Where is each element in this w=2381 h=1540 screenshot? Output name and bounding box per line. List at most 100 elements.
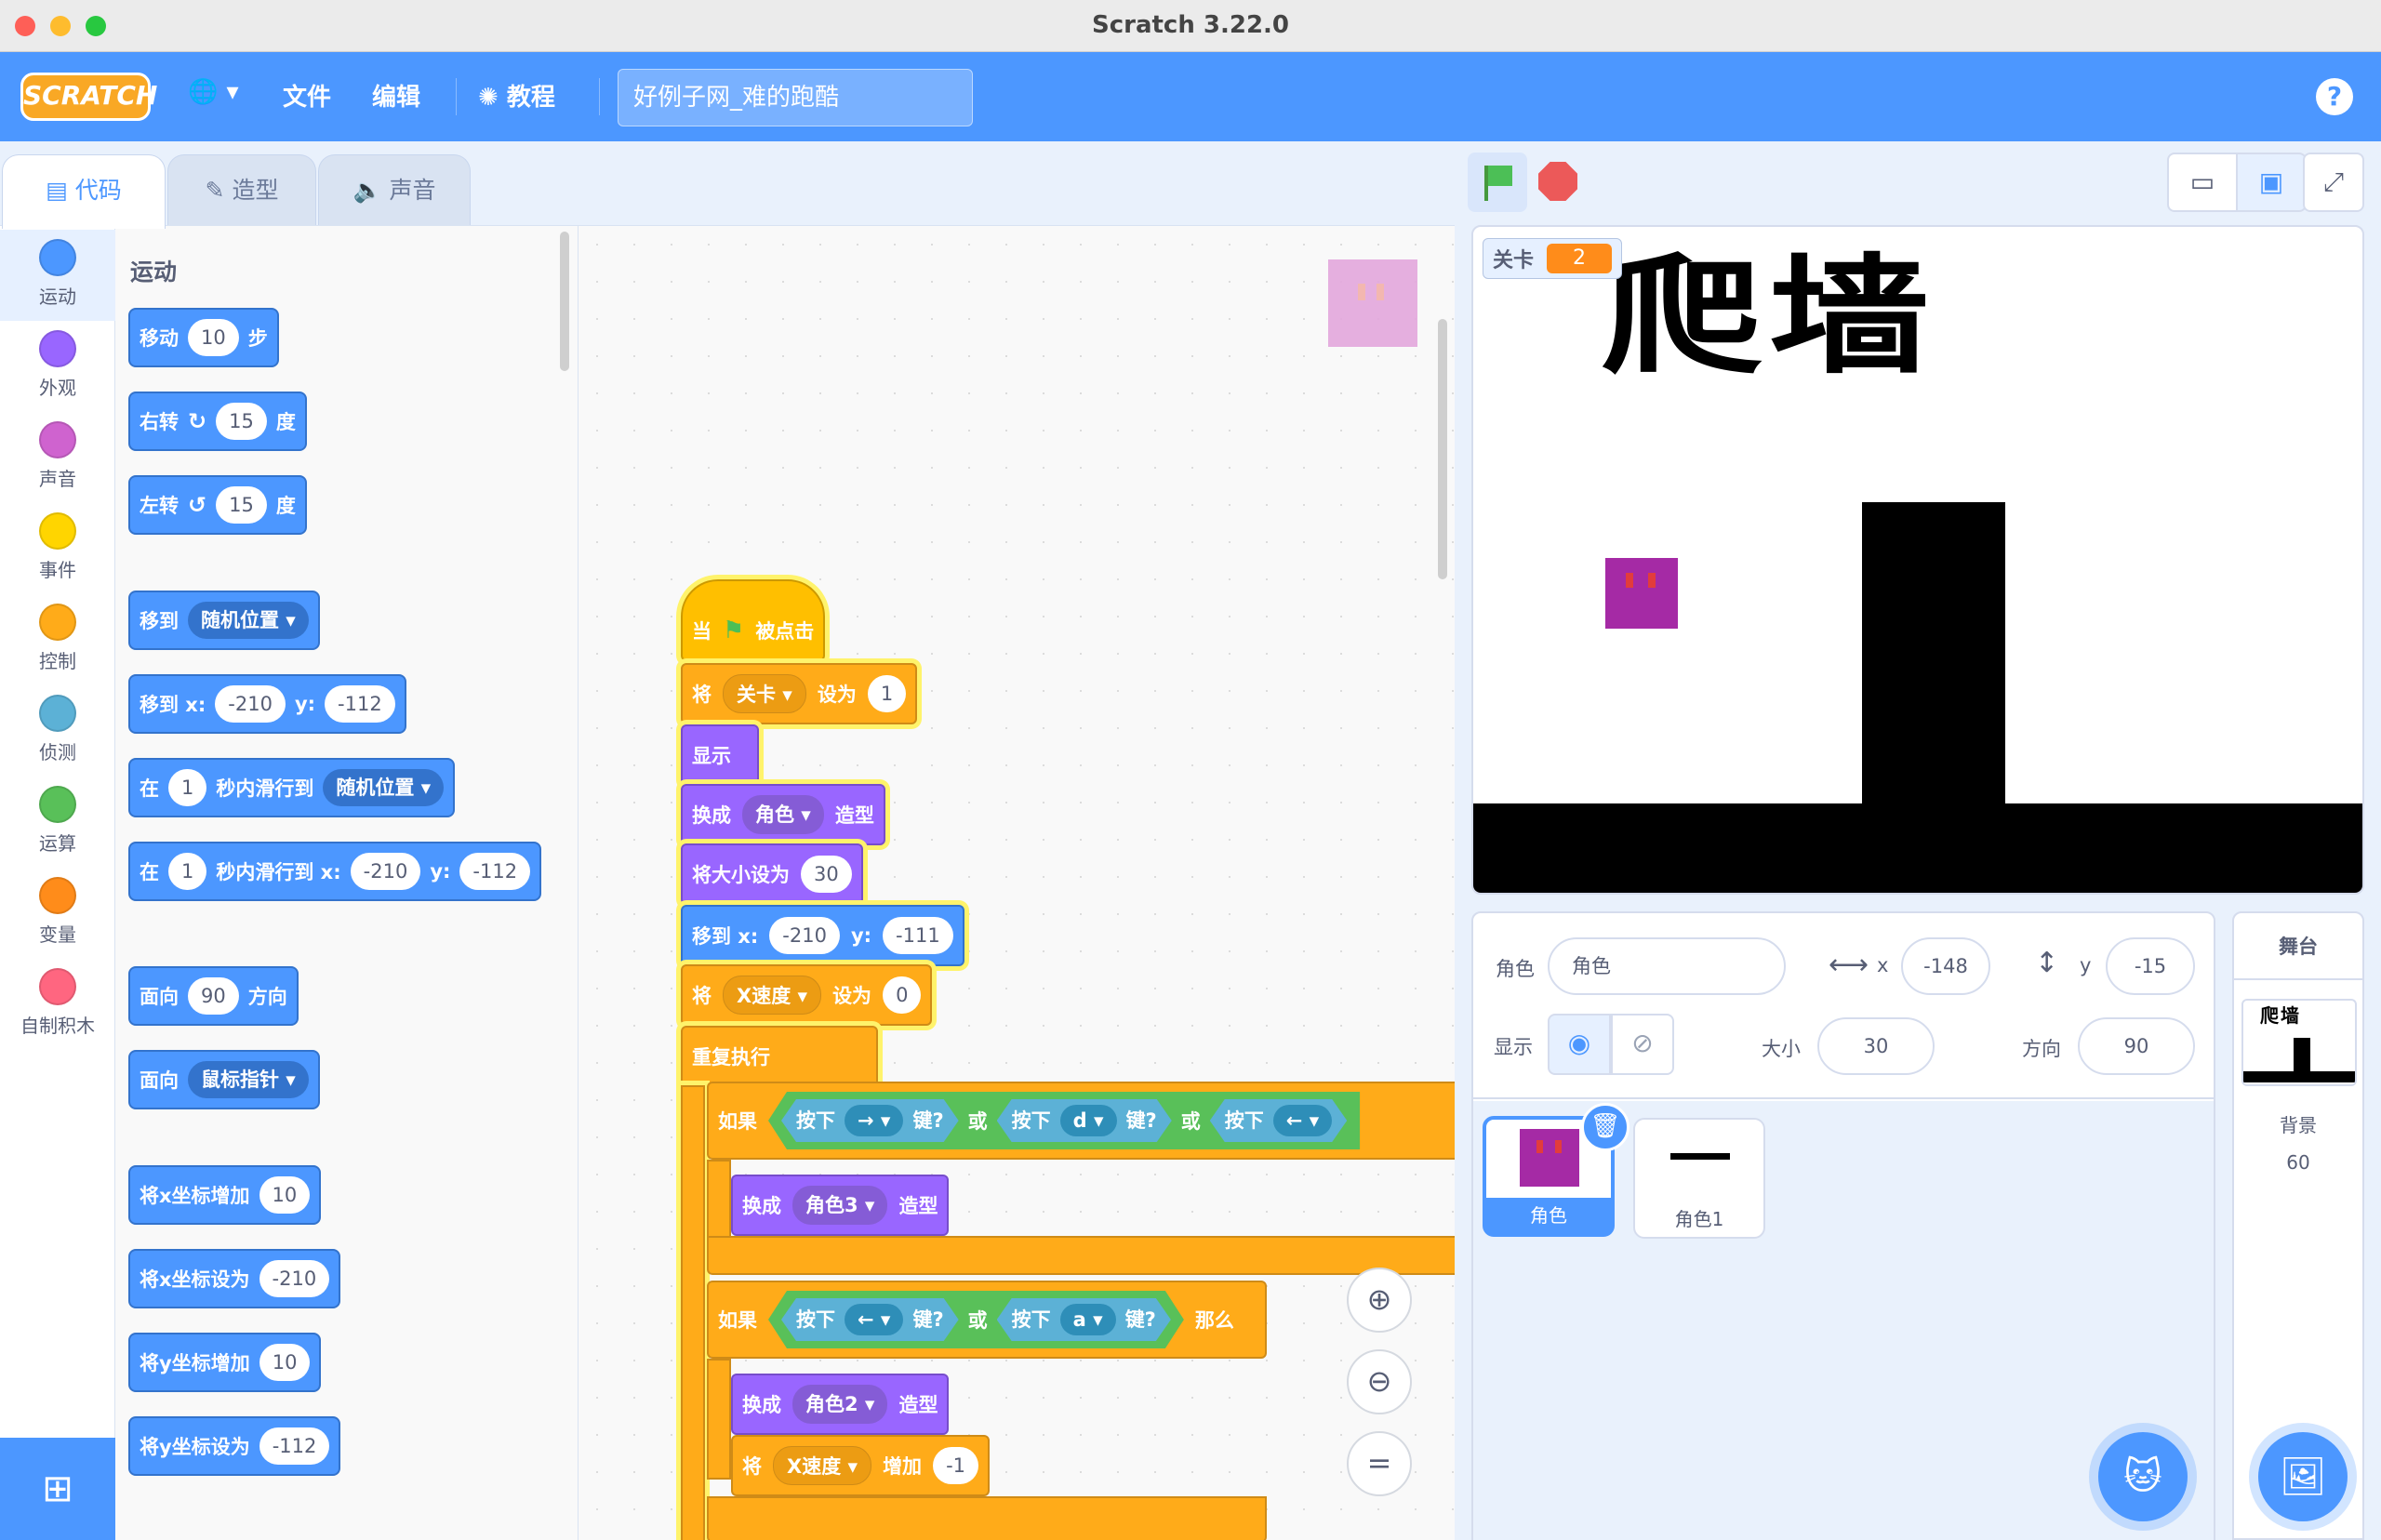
block-input[interactable]: -111 xyxy=(883,917,953,954)
block-input[interactable]: -210 xyxy=(350,853,421,890)
category-variables[interactable]: 变量 xyxy=(0,868,115,959)
tab-sounds[interactable]: 🔈 声音 xyxy=(318,154,471,227)
fullscreen-button[interactable]: ⤢ xyxy=(2303,153,2364,212)
goto-xy-block[interactable]: 移到 x: -210 y: -111 xyxy=(681,905,964,966)
set-y-block[interactable]: 将y坐标设为 -112 xyxy=(128,1416,341,1476)
block-dropdown[interactable]: 关卡 xyxy=(723,674,806,713)
glide-xy-block[interactable]: 在 1 秒内滑行到 x: -210 y: -112 xyxy=(128,842,542,901)
size-input[interactable]: 30 xyxy=(1817,1017,1935,1075)
zoom-out-button[interactable]: ⊖ xyxy=(1347,1349,1412,1414)
script-area[interactable]: 当⚑被点击 将关卡设为1 显示 换成角色造型 将大小设为30 移到 x:-210… xyxy=(579,225,1455,1540)
if-block[interactable]: 如果 按下 ← 键? 或 按下 a 键? 那么 xyxy=(707,1281,1267,1359)
block-dropdown[interactable]: 随机位置 xyxy=(323,769,445,806)
goto-block[interactable]: 移到 随机位置 xyxy=(128,591,320,650)
forever-block[interactable]: 重复执行 xyxy=(681,1026,878,1087)
block-input[interactable]: 10 xyxy=(259,1176,311,1214)
hide-sprite-button[interactable]: ⊘ xyxy=(1611,1014,1674,1075)
add-sprite-button[interactable]: 🐱 xyxy=(2098,1432,2188,1521)
palette-scrollbar[interactable] xyxy=(560,232,569,371)
block-input[interactable]: -112 xyxy=(459,853,531,890)
block-input[interactable]: 1 xyxy=(867,675,907,712)
change-xspeed-block[interactable]: 将 X速度增加 -1 xyxy=(731,1435,991,1496)
block-input[interactable]: 10 xyxy=(259,1344,311,1381)
direction-input[interactable]: 90 xyxy=(2078,1017,2195,1075)
set-x-block[interactable]: 将x坐标设为 -210 xyxy=(128,1249,341,1308)
key-dropdown[interactable]: → xyxy=(845,1105,903,1136)
block-dropdown[interactable]: 角色3 xyxy=(792,1186,888,1225)
block-input[interactable]: 90 xyxy=(188,977,239,1015)
delete-sprite-button[interactable]: 🗑 xyxy=(1581,1103,1629,1151)
turn-left-block[interactable]: 左转 ↺ 15 度 xyxy=(128,475,307,535)
block-input[interactable]: -112 xyxy=(325,685,395,723)
project-title-input[interactable]: 好例子网_难的跑酷 xyxy=(618,69,973,126)
category-sensing[interactable]: 侦测 xyxy=(0,685,115,777)
block-dropdown[interactable]: 角色 xyxy=(742,795,824,834)
show-block[interactable]: 显示 xyxy=(681,724,759,786)
block-dropdown[interactable]: 角色2 xyxy=(792,1385,888,1424)
x-input[interactable]: -148 xyxy=(1901,937,1990,995)
key-pressed-sensing[interactable]: 按下 ← 键? xyxy=(781,1298,959,1341)
player-sprite[interactable] xyxy=(1605,558,1678,629)
sprite-name-input[interactable]: 角色 xyxy=(1548,937,1786,995)
show-sprite-button[interactable]: ◉ xyxy=(1548,1014,1611,1075)
scratch-logo[interactable]: SCRATCH xyxy=(20,73,157,121)
block-input[interactable]: -210 xyxy=(769,917,840,954)
block-input[interactable]: 30 xyxy=(801,856,852,893)
switch-costume-block[interactable]: 换成角色3 造型 xyxy=(731,1175,950,1236)
add-extension-button[interactable]: ⊞ xyxy=(0,1438,115,1540)
category-sound[interactable]: 声音 xyxy=(0,412,115,503)
key-pressed-sensing[interactable]: 按下 d 键? xyxy=(997,1099,1172,1142)
block-input[interactable]: -112 xyxy=(259,1427,330,1465)
language-menu[interactable]: 🌐 ▾ xyxy=(188,78,239,106)
category-motion[interactable]: 运动 xyxy=(0,230,115,321)
block-input[interactable]: -1 xyxy=(933,1447,979,1484)
stop-button[interactable] xyxy=(1538,162,1577,201)
category-looks[interactable]: 外观 xyxy=(0,321,115,412)
key-pressed-sensing[interactable]: 按下 ← xyxy=(1210,1099,1347,1142)
when-flag-clicked-block[interactable]: 当 ⚑ 被点击 xyxy=(681,579,826,661)
backdrop-thumbnail[interactable]: 爬墙 xyxy=(2241,999,2357,1086)
block-input[interactable]: 15 xyxy=(216,486,267,524)
point-direction-block[interactable]: 面向 90 方向 xyxy=(128,966,299,1026)
or-operator[interactable]: 按下 ← 键? 或 按下 a 键? xyxy=(768,1291,1184,1348)
category-my-blocks[interactable]: 自制积木 xyxy=(0,959,115,1050)
key-dropdown[interactable]: ← xyxy=(845,1304,903,1335)
switch-costume-block[interactable]: 换成角色2 造型 xyxy=(731,1374,950,1435)
or-operator[interactable]: 按下 → 键? 或 按下 d 键? 或 按下 ← xyxy=(768,1092,1361,1149)
block-input[interactable]: 0 xyxy=(883,976,922,1014)
script-scrollbar[interactable] xyxy=(1438,319,1447,579)
block-input[interactable]: -210 xyxy=(215,685,286,723)
category-control[interactable]: 控制 xyxy=(0,594,115,685)
set-level-block[interactable]: 将关卡设为 1 xyxy=(681,663,918,724)
block-dropdown[interactable]: 鼠标指针 xyxy=(188,1061,309,1098)
move-steps-block[interactable]: 移动 10 步 xyxy=(128,308,279,367)
sprite-tile[interactable]: 角色1 xyxy=(1633,1118,1765,1239)
green-flag-button[interactable] xyxy=(1468,153,1527,212)
if-block[interactable]: 如果 按下 → 键? 或 按下 d 键? 或 按下 ← xyxy=(707,1082,1455,1160)
category-operators[interactable]: 运算 xyxy=(0,777,115,868)
block-input[interactable]: 10 xyxy=(188,319,239,356)
zoom-in-button[interactable]: ⊕ xyxy=(1347,1268,1412,1333)
key-pressed-sensing[interactable]: 按下 → 键? xyxy=(781,1099,959,1142)
file-menu[interactable]: 文件 xyxy=(283,78,331,113)
goto-xy-block[interactable]: 移到 x: -210 y: -112 xyxy=(128,674,406,734)
change-y-block[interactable]: 将y坐标增加 10 xyxy=(128,1333,322,1392)
stage-canvas[interactable]: 爬墙 关卡 2 xyxy=(1471,225,2364,895)
switch-costume-block[interactable]: 换成角色造型 xyxy=(681,784,885,845)
variable-monitor[interactable]: 关卡 2 xyxy=(1483,238,1623,279)
set-xspeed-block[interactable]: 将 X速度设为 0 xyxy=(681,964,933,1026)
block-input[interactable]: -210 xyxy=(259,1260,330,1297)
zoom-reset-button[interactable]: = xyxy=(1347,1431,1412,1496)
key-pressed-sensing[interactable]: 按下 a 键? xyxy=(997,1298,1171,1341)
edit-menu[interactable]: 编辑 xyxy=(372,78,420,113)
block-input[interactable]: 15 xyxy=(216,403,267,440)
block-dropdown[interactable]: 随机位置 xyxy=(188,602,309,639)
change-x-block[interactable]: 将x坐标增加 10 xyxy=(128,1165,322,1225)
y-input[interactable]: -15 xyxy=(2106,937,2195,995)
block-input[interactable]: 1 xyxy=(168,769,207,806)
key-dropdown[interactable]: ← xyxy=(1273,1105,1332,1136)
tab-code[interactable]: ▤ 代码 xyxy=(2,154,166,229)
help-button[interactable]: ? xyxy=(2316,78,2353,115)
key-dropdown[interactable]: a xyxy=(1060,1304,1116,1335)
glide-block[interactable]: 在 1 秒内滑行到 随机位置 xyxy=(128,758,456,817)
